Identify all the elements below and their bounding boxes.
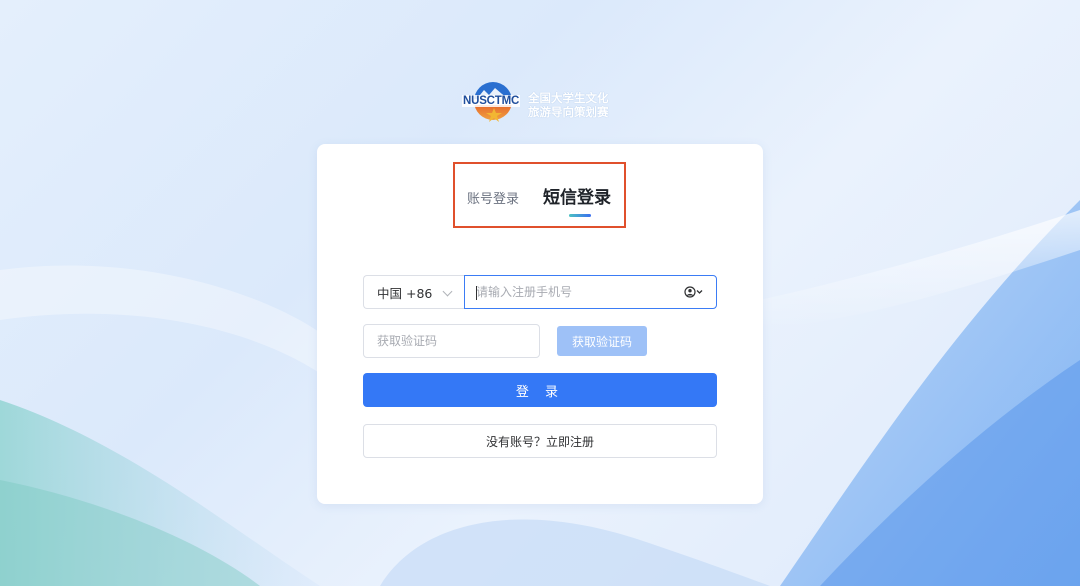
active-tab-indicator xyxy=(569,214,591,217)
country-code-select[interactable]: 中国 +86 xyxy=(363,275,465,309)
login-button[interactable]: 登 录 xyxy=(363,373,717,407)
country-code-value: 中国 +86 xyxy=(377,285,433,301)
logo-title-line2: 旅游导向策划赛 xyxy=(528,105,609,119)
contact-dropdown-icon[interactable] xyxy=(684,286,704,298)
chevron-down-icon xyxy=(442,286,453,297)
login-tabs-highlight: 账号登录 短信登录 xyxy=(453,162,626,228)
phone-row: 中国 +86 xyxy=(363,275,717,309)
logo-abbreviation: NUSCTMC xyxy=(462,95,521,107)
tab-account-login[interactable]: 账号登录 xyxy=(467,188,519,207)
login-card: 账号登录 短信登录 中国 +86 获取验证码 登 录 没有账号？立即注册 xyxy=(317,144,763,504)
verification-row: 获取验证码 xyxy=(363,324,717,358)
logo-title-line1: 全国大学生文化 xyxy=(528,91,609,105)
tab-sms-login[interactable]: 短信登录 xyxy=(543,183,611,208)
register-link-button[interactable]: 没有账号？立即注册 xyxy=(363,424,717,458)
logo-title: 全国大学生文化 旅游导向策划赛 xyxy=(528,91,609,119)
get-code-button[interactable]: 获取验证码 xyxy=(557,326,647,356)
phone-input-wrapper xyxy=(464,275,717,309)
phone-input[interactable] xyxy=(465,276,678,308)
logo: NUSCTMC 全国大学生文化 旅游导向策划赛 xyxy=(462,80,622,130)
text-cursor xyxy=(476,286,477,300)
logo-emblem-icon: NUSCTMC xyxy=(462,82,524,128)
verification-code-input[interactable] xyxy=(363,324,540,358)
